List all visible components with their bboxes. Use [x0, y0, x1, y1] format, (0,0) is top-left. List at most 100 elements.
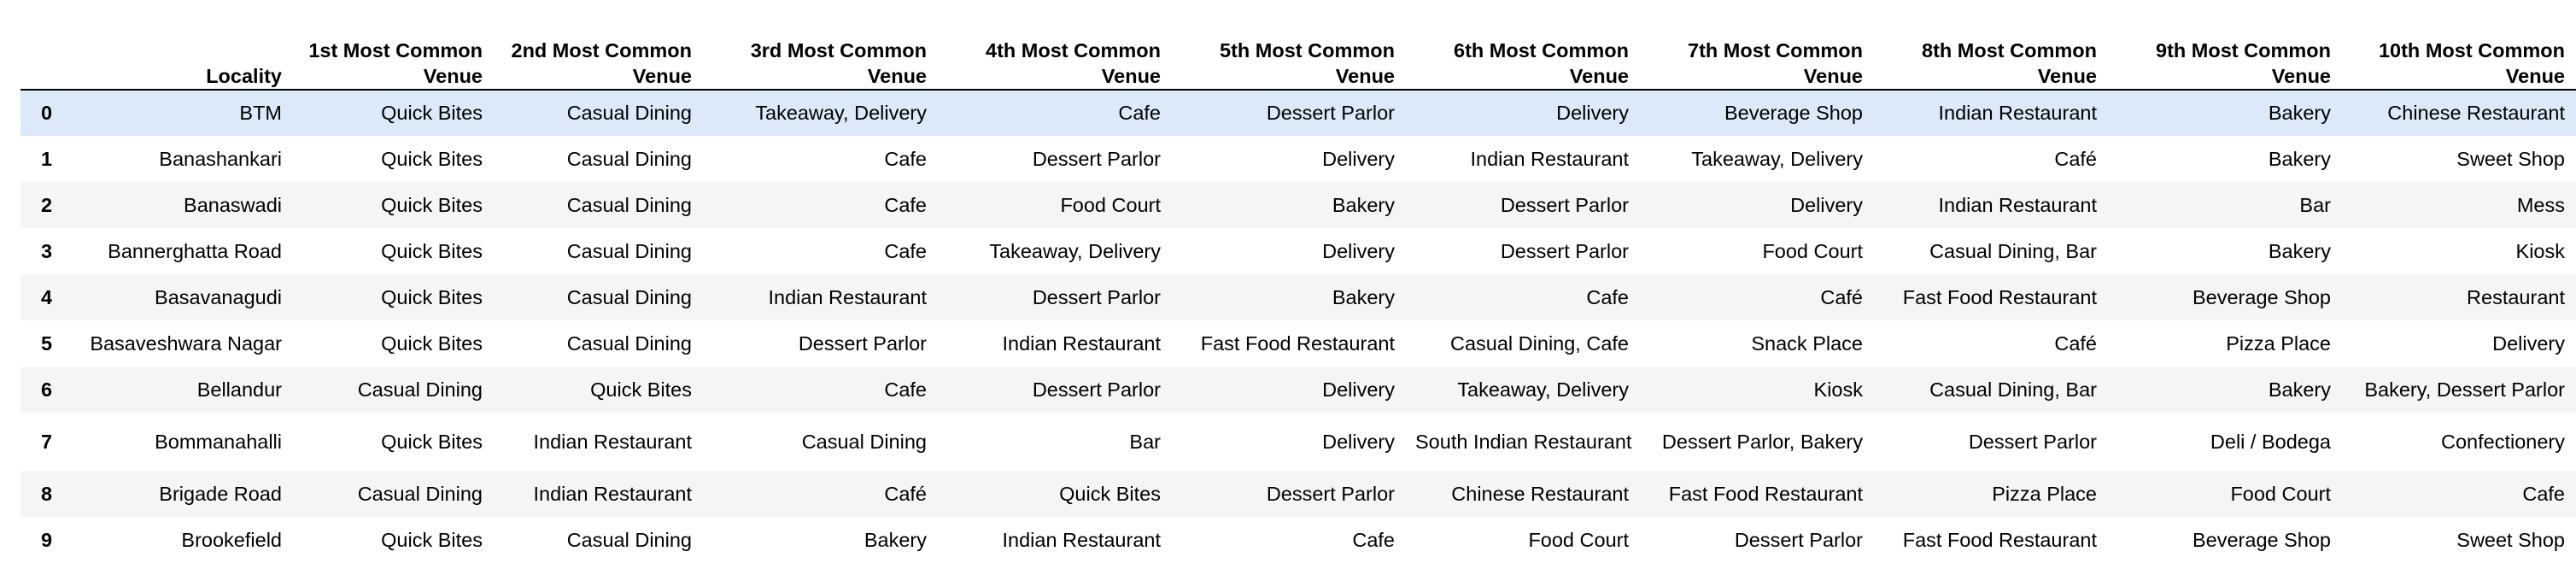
- table-row[interactable]: 3 Bannerghatta Road Quick Bites Casual Dini…: [20, 228, 2576, 274]
- row-index: 2: [41, 193, 53, 216]
- venue-cell: Quick Bites: [381, 147, 483, 170]
- venue-cell: Casual Dining: [357, 378, 483, 401]
- table-row[interactable]: 4 Basavanagudi Quick Bites Casual Dining Ind…: [20, 274, 2576, 320]
- venue-cell: Indian Restaurant: [1470, 147, 1629, 170]
- venue-cell: Delivery: [1322, 147, 1395, 170]
- column-header-text: Venue: [867, 65, 927, 87]
- table-row[interactable]: 8 Brigade Road Casual Dining Indian Restaur…: [20, 471, 2576, 517]
- venue-cell: Casual Dining, Bar: [1929, 378, 2097, 401]
- venue-cell: Food Court: [1528, 528, 1629, 551]
- column-header[interactable]: 10th Most Common Venue: [2343, 22, 2576, 91]
- venue-cell: Snack Place: [1751, 331, 1863, 355]
- venue-cell: Casual Dining: [566, 193, 692, 216]
- venue-cell: Pizza Place: [2226, 331, 2331, 355]
- venue-cell: Takeaway, Delivery: [1691, 147, 1863, 170]
- locality-cell: Banaswadi: [184, 193, 282, 216]
- venue-cell: Café: [1820, 285, 1863, 308]
- venue-cell: Cafe: [884, 239, 927, 262]
- column-header[interactable]: 7th Most Common Venue: [1641, 22, 1875, 91]
- venue-cell: South Indian Restaurant: [1415, 431, 1632, 453]
- locality-cell: Brookefield: [181, 528, 282, 551]
- index-header[interactable]: [20, 22, 80, 91]
- venue-cell: Indian Restaurant: [1002, 528, 1161, 551]
- table-row[interactable]: 0 BTM Quick Bites Casual Dining Takeaway, De…: [20, 90, 2576, 136]
- column-header-text: Venue: [1101, 65, 1161, 87]
- column-header[interactable]: 3rd Most Common Venue: [704, 22, 939, 91]
- table-row[interactable]: 1 Banashankari Quick Bites Casual Dining Caf…: [20, 136, 2576, 182]
- venue-cell: Casual Dining: [357, 482, 483, 505]
- venue-cell: Casual Dining: [566, 528, 692, 551]
- column-header-text: Venue: [2271, 65, 2331, 87]
- venue-cell: Cafe: [1118, 102, 1161, 124]
- column-header-text: Venue: [2037, 65, 2097, 87]
- column-header[interactable]: 2nd Most Common Venue: [495, 22, 704, 91]
- table-row[interactable]: 5 Basaveshwara Nagar Quick Bites Casual Din…: [20, 320, 2576, 367]
- row-index: 1: [41, 147, 53, 170]
- column-header[interactable]: 5th Most Common Venue: [1173, 22, 1407, 91]
- venue-cell: Chinese Restaurant: [2387, 102, 2565, 124]
- table-row[interactable]: 9 Brookefield Quick Bites Casual Dining Bake…: [20, 517, 2576, 563]
- venue-cell: Casual Dining: [566, 102, 692, 124]
- locality-cell: Bommanahalli: [155, 430, 282, 453]
- column-header[interactable]: 9th Most Common Venue: [2109, 22, 2343, 91]
- venue-cell: Casual Dining: [566, 239, 692, 262]
- venue-cell: Dessert Parlor: [798, 331, 927, 355]
- table-row[interactable]: 6 Bellandur Casual Dining Quick Bites Cafe De…: [20, 367, 2576, 413]
- column-header[interactable]: 8th Most Common Venue: [1875, 22, 2109, 91]
- venue-cell: Indian Restaurant: [533, 430, 692, 453]
- venue-cell: Delivery: [1322, 239, 1395, 262]
- venue-cell: Bar: [2299, 193, 2331, 216]
- venue-cell: Beverage Shop: [1724, 102, 1863, 124]
- venue-cell: Bakery: [2268, 147, 2331, 170]
- table-row[interactable]: 7 Bommanahalli Quick Bites Indian Restauran…: [20, 413, 2576, 471]
- venue-cell: Quick Bites: [381, 239, 483, 262]
- venue-cell: Cafe: [1586, 285, 1629, 308]
- venue-cell: Casual Dining: [566, 331, 692, 355]
- locality-cell: BTM: [239, 102, 282, 124]
- venue-cell: Café: [2054, 331, 2097, 355]
- row-index: 9: [41, 528, 53, 551]
- venue-cell: Delivery: [1322, 430, 1395, 453]
- column-header-text: 7th Most Common: [1688, 39, 1863, 62]
- venue-cell: Delivery: [1322, 378, 1395, 401]
- header-row: Locality 1st Most Common Venue 2nd Most Com…: [20, 22, 2576, 91]
- venue-cell: Quick Bites: [381, 285, 483, 308]
- venue-cell: Delivery: [1790, 193, 1863, 216]
- column-header-text: Venue: [423, 65, 483, 87]
- venue-cell: Quick Bites: [381, 331, 483, 355]
- venue-cell: Quick Bites: [381, 528, 483, 551]
- venue-cell: Deli / Bodega: [2210, 430, 2331, 453]
- table-row[interactable]: 2 Banaswadi Quick Bites Casual Dining Cafe Fo…: [20, 182, 2576, 228]
- locality-cell: Basavanagudi: [155, 285, 282, 308]
- venue-cell: Dessert Parlor: [1032, 147, 1161, 170]
- column-header[interactable]: 1st Most Common Venue: [294, 22, 495, 91]
- venue-cell: Casual Dining: [566, 147, 692, 170]
- venue-cell: Dessert Parlor: [1266, 482, 1395, 505]
- column-header[interactable]: 4th Most Common Venue: [939, 22, 1173, 91]
- venue-cell: Cafe: [2522, 482, 2565, 505]
- row-index: 0: [41, 102, 53, 124]
- venue-cell: Quick Bites: [381, 430, 483, 453]
- venue-cell: Dessert Parlor: [1968, 430, 2097, 453]
- venue-cell: Kiosk: [2515, 239, 2565, 262]
- venue-cell: Bar: [1129, 430, 1161, 453]
- venue-cell: Takeaway, Delivery: [1457, 378, 1629, 401]
- row-index: 5: [41, 331, 53, 355]
- venue-cell: Bakery: [1332, 285, 1395, 308]
- column-header-text: 9th Most Common: [2156, 39, 2331, 62]
- venue-cell: Dessert Parlor: [1032, 378, 1161, 401]
- column-header[interactable]: Locality: [80, 22, 294, 91]
- venue-cell: Takeaway, Delivery: [755, 102, 927, 124]
- dataframe-output: Locality 1st Most Common Venue 2nd Most Com…: [20, 22, 2576, 563]
- column-header-text: Venue: [1803, 65, 1863, 87]
- venue-cell: Indian Restaurant: [1938, 193, 2097, 216]
- column-header[interactable]: 6th Most Common Venue: [1407, 22, 1641, 91]
- venue-cell: Indian Restaurant: [768, 285, 927, 308]
- column-header-text: 5th Most Common: [1220, 39, 1395, 62]
- column-header-text: Venue: [1335, 65, 1395, 87]
- venue-cell: Food Court: [1762, 239, 1863, 262]
- venue-cell: Mess: [2516, 193, 2565, 216]
- venue-cell: Dessert Parlor: [1500, 193, 1629, 216]
- locality-cell: Bellandur: [196, 378, 282, 401]
- venue-cell: Fast Food Restaurant: [1902, 285, 2097, 308]
